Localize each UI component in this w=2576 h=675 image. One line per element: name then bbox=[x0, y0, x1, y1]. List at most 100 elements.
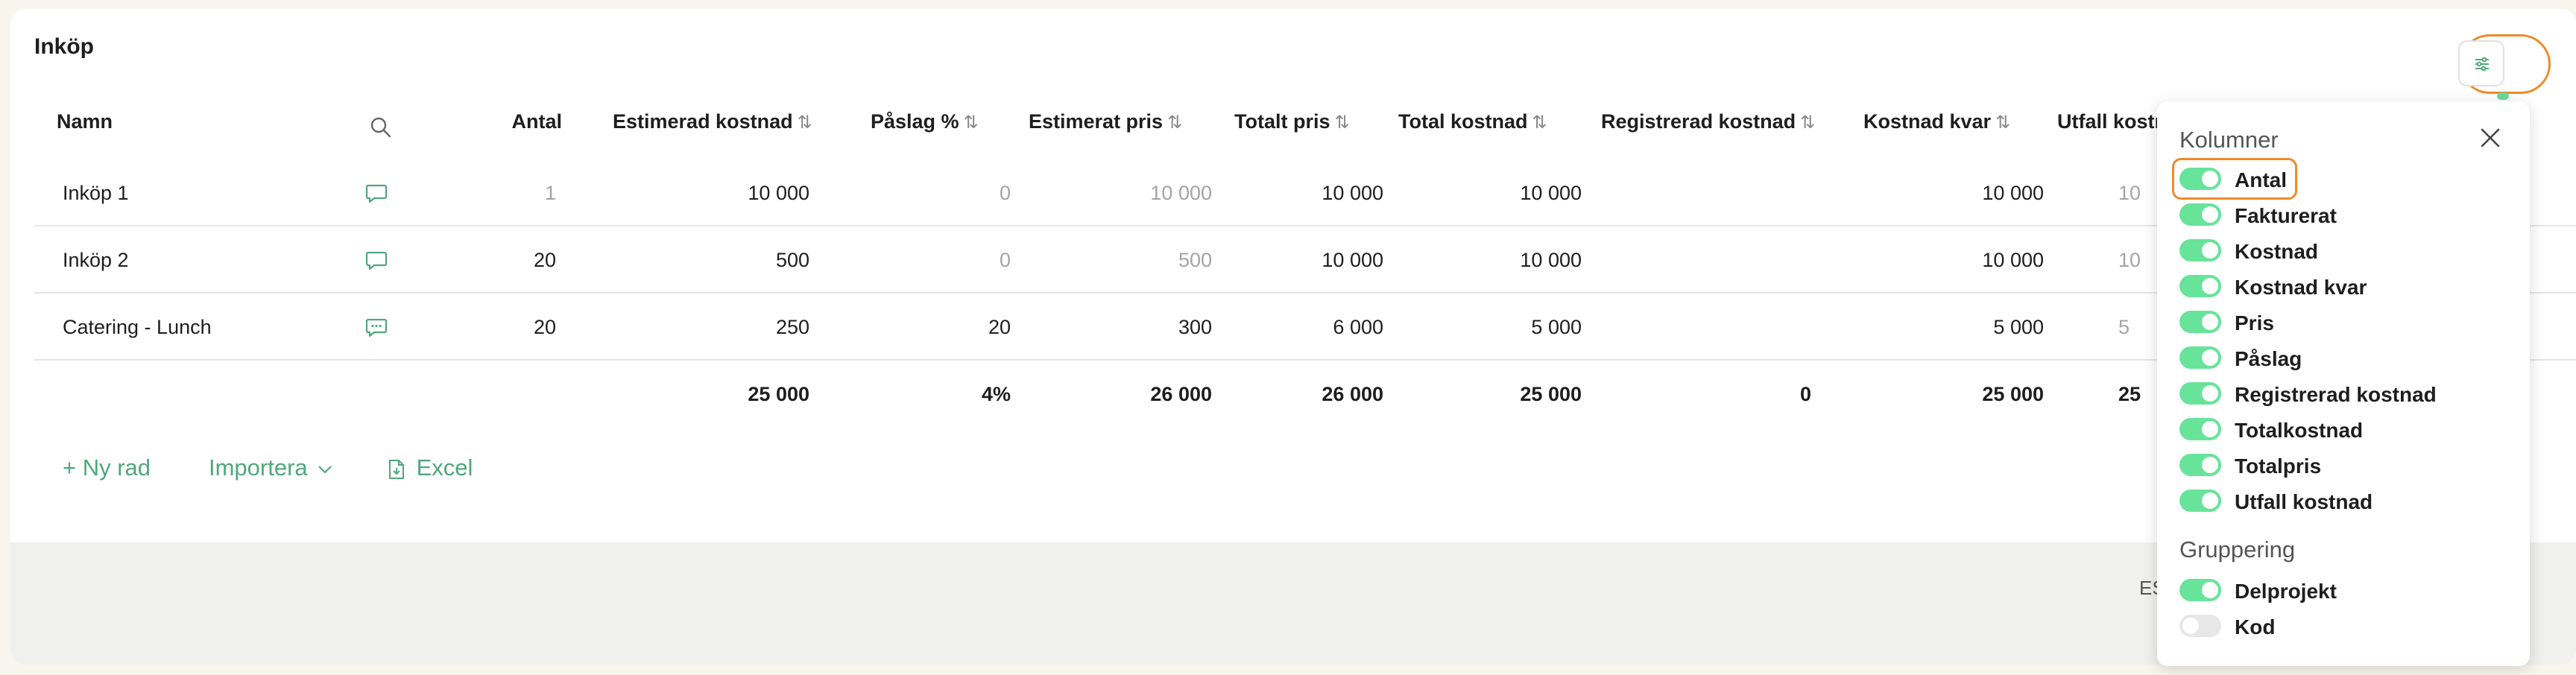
settings-indicator bbox=[2497, 92, 2509, 100]
cell-est-kostnad: 10 000 bbox=[748, 182, 809, 204]
cell-paslag: 0 bbox=[999, 182, 1011, 204]
col-header-paslag-label: Påslag % bbox=[871, 110, 959, 133]
option-label: Pris bbox=[2235, 311, 2274, 335]
toggle-totalkostnad[interactable] bbox=[2179, 418, 2221, 440]
toggle-kostnad-kvar[interactable] bbox=[2179, 275, 2221, 297]
cell-paslag: 20 bbox=[988, 316, 1011, 338]
excel-export-button[interactable]: Excel bbox=[388, 454, 473, 481]
col-header-kostnad-kvar[interactable]: Kostnad kvar ⇅ bbox=[1863, 110, 2010, 133]
col-header-paslag[interactable]: Påslag % ⇅ bbox=[871, 110, 979, 133]
sort-icon: ⇅ bbox=[1995, 112, 2011, 133]
cell-antal: 20 bbox=[533, 316, 556, 338]
cell-est-kostnad: 250 bbox=[775, 316, 809, 338]
columns-heading: Kolumner bbox=[2179, 127, 2279, 153]
col-header-kostnad-kvar-label: Kostnad kvar bbox=[1863, 110, 1992, 133]
sliders-icon bbox=[2475, 57, 2489, 72]
cell-antal: 20 bbox=[533, 249, 556, 271]
cell-kostnad-kvar: 5 000 bbox=[1993, 316, 2044, 338]
sort-icon: ⇅ bbox=[1800, 112, 1816, 133]
section-title: Inköp bbox=[34, 34, 94, 59]
cell-totalt-pris: 6 000 bbox=[1333, 316, 1383, 338]
total-totalt-pris: 26 000 bbox=[1322, 383, 1383, 405]
comment-filled-icon[interactable] bbox=[365, 317, 388, 338]
toggle-totalpris[interactable] bbox=[2179, 454, 2221, 476]
col-header-name[interactable]: Namn bbox=[57, 110, 113, 133]
total-est-kostnad: 25 000 bbox=[748, 383, 809, 405]
col-header-est-kostnad-label: Estimerad kostnad bbox=[613, 110, 793, 133]
col-header-utfall[interactable]: Utfall kostn bbox=[2057, 110, 2167, 133]
cell-total-kostnad: 10 000 bbox=[1520, 182, 1582, 204]
col-header-est-kostnad[interactable]: Estimerad kostnad ⇅ bbox=[613, 110, 812, 133]
cell-kostnad-kvar: 10 000 bbox=[1982, 182, 2044, 204]
toggle-utfall-kostnad[interactable] bbox=[2179, 489, 2221, 512]
toggle-paslag[interactable] bbox=[2179, 346, 2221, 369]
option-label: Utfall kostnad bbox=[2235, 490, 2373, 513]
option-label: Påslag bbox=[2235, 347, 2302, 370]
cell-est-pris: 300 bbox=[1178, 316, 1212, 338]
cell-totalt-pris: 10 000 bbox=[1322, 249, 1383, 271]
search-icon[interactable] bbox=[370, 116, 392, 139]
option-label: Fakturerat bbox=[2235, 204, 2337, 227]
sort-icon: ⇅ bbox=[797, 112, 812, 133]
toggle-pris[interactable] bbox=[2179, 311, 2221, 333]
option-label: Totalkostnad bbox=[2235, 419, 2364, 442]
cell-total-kostnad: 10 000 bbox=[1520, 249, 1582, 271]
col-header-totalt-pris[interactable]: Totalt pris ⇅ bbox=[1234, 110, 1350, 133]
total-kostnad-kvar: 25 000 bbox=[1982, 383, 2044, 405]
cell-antal: 1 bbox=[544, 182, 556, 204]
close-icon[interactable] bbox=[2478, 125, 2503, 150]
new-row-button[interactable]: + Ny rad bbox=[63, 454, 151, 481]
toggle-antal[interactable] bbox=[2179, 168, 2221, 190]
toggle-registrerad-kostnad[interactable] bbox=[2179, 382, 2221, 405]
cell-utfall: 5 bbox=[2118, 316, 2130, 338]
col-header-reg-kostnad[interactable]: Registrerad kostnad ⇅ bbox=[1601, 110, 1815, 133]
cell-paslag: 0 bbox=[999, 249, 1011, 271]
toggle-delprojekt[interactable] bbox=[2179, 579, 2221, 601]
total-total-kostnad: 25 000 bbox=[1520, 383, 1582, 405]
import-label: Importera bbox=[209, 454, 308, 481]
toggle-kod[interactable] bbox=[2179, 615, 2221, 637]
col-header-total-kostnad-label: Total kostnad bbox=[1398, 110, 1528, 133]
cell-utfall: 10 bbox=[2118, 182, 2141, 204]
option-label: Antal bbox=[2235, 168, 2287, 191]
import-dropdown[interactable]: Importera bbox=[209, 454, 333, 481]
total-est-pris: 26 000 bbox=[1150, 383, 1212, 405]
toggle-kostnad[interactable] bbox=[2179, 239, 2221, 262]
col-header-est-pris[interactable]: Estimerat pris ⇅ bbox=[1029, 110, 1182, 133]
total-paslag: 4% bbox=[981, 383, 1011, 405]
col-header-total-kostnad[interactable]: Total kostnad ⇅ bbox=[1398, 110, 1547, 133]
cell-est-kostnad: 500 bbox=[775, 249, 809, 271]
sort-icon: ⇅ bbox=[1334, 112, 1350, 133]
sort-icon: ⇅ bbox=[1167, 112, 1183, 133]
option-label: Registrerad kostnad bbox=[2235, 383, 2437, 406]
sort-icon: ⇅ bbox=[963, 112, 979, 133]
row-name[interactable]: Inköp 2 bbox=[63, 249, 129, 272]
comment-icon[interactable] bbox=[365, 250, 388, 271]
option-label: Kod bbox=[2235, 615, 2276, 638]
option-label: Totalpris bbox=[2235, 454, 2322, 478]
row-name[interactable]: Catering - Lunch bbox=[63, 316, 212, 339]
excel-file-icon bbox=[389, 459, 404, 479]
cell-est-pris: 500 bbox=[1178, 249, 1212, 271]
column-settings-panel: Kolumner Antal Fakturerat Kostnad Kostna… bbox=[2157, 101, 2530, 666]
cell-total-kostnad: 5 000 bbox=[1531, 316, 1582, 338]
col-header-reg-kostnad-label: Registrerad kostnad bbox=[1601, 110, 1796, 133]
column-settings-button[interactable] bbox=[2458, 40, 2504, 86]
option-label: Kostnad kvar bbox=[2235, 276, 2367, 299]
toggle-fakturerat[interactable] bbox=[2179, 203, 2221, 226]
option-label: Delprojekt bbox=[2235, 580, 2337, 603]
excel-label: Excel bbox=[416, 454, 473, 481]
cell-totalt-pris: 10 000 bbox=[1322, 182, 1383, 204]
comment-icon[interactable] bbox=[365, 183, 388, 204]
col-header-est-pris-label: Estimerat pris bbox=[1029, 110, 1164, 133]
cell-est-pris: 10 000 bbox=[1150, 182, 1212, 204]
col-header-antal[interactable]: Antal bbox=[477, 110, 563, 133]
sort-icon: ⇅ bbox=[1532, 112, 1547, 133]
total-utfall: 25 bbox=[2118, 383, 2141, 405]
cell-kostnad-kvar: 10 000 bbox=[1982, 249, 2044, 271]
option-label: Kostnad bbox=[2235, 240, 2318, 263]
cell-utfall: 10 bbox=[2118, 249, 2141, 271]
chevron-down-icon bbox=[318, 466, 332, 474]
row-name[interactable]: Inköp 1 bbox=[63, 182, 129, 205]
grouping-heading: Gruppering bbox=[2179, 536, 2296, 562]
